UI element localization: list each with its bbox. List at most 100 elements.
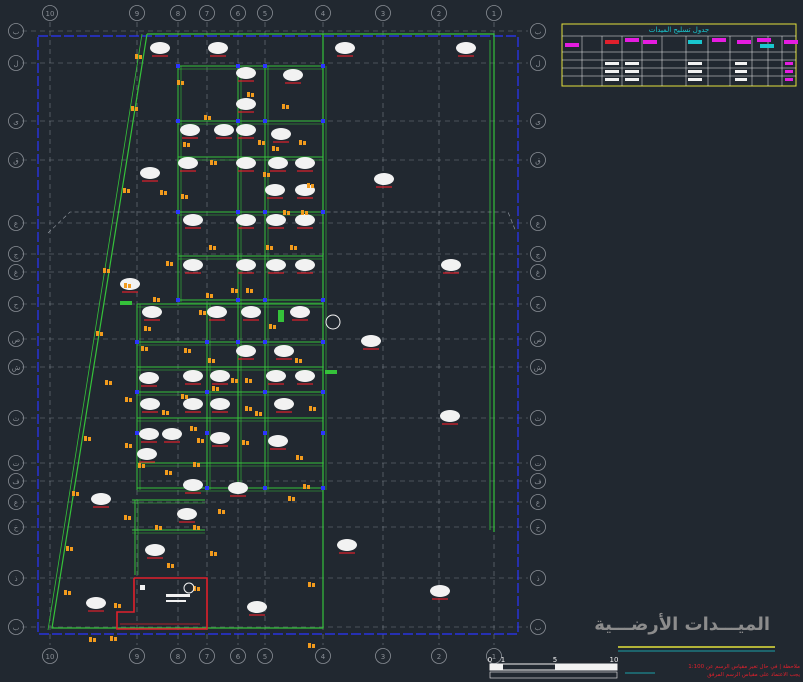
footing-tag-1 — [150, 42, 170, 54]
column-10 — [236, 210, 240, 214]
beam-mark-19 — [209, 245, 212, 250]
footing-tag-13 — [236, 157, 256, 169]
footing-tag-10 — [236, 124, 256, 136]
beam-mark-7 — [183, 142, 186, 147]
beam-mark-b-1 — [135, 107, 138, 111]
axis-bottom-2-label: 9 — [135, 653, 139, 661]
column-3 — [263, 64, 267, 68]
table-header-chip-6 — [712, 38, 726, 42]
beam-mark-b-21 — [294, 246, 297, 250]
axis-top-8-label: 3 — [381, 10, 385, 18]
footing-tag-21 — [236, 214, 256, 226]
footing-tag-31 — [207, 306, 227, 318]
column-4 — [321, 64, 325, 68]
beam-mark-23 — [166, 261, 169, 266]
beam-mark-47 — [255, 411, 258, 416]
axis-top-9-label: 2 — [437, 10, 441, 18]
beam-mark-69 — [110, 636, 113, 641]
beam-mark-b-67 — [118, 604, 121, 608]
table-cell-c-3 — [688, 78, 702, 81]
beam-mark-b-66 — [68, 591, 71, 595]
beam-mark-55 — [193, 462, 196, 467]
footing-tag-14 — [268, 157, 288, 169]
footing-tag-50 — [268, 435, 288, 447]
axis-top-5-label: 6 — [236, 10, 241, 18]
table-header-chip-4 — [643, 40, 657, 44]
scale-tick-5: 5 — [553, 656, 557, 664]
drawing-canvas: 1010998877665544332211ب بل لى ىق قع عج جغ غح حص ص… — [8, 5, 800, 679]
axis-top-3-label: 8 — [176, 10, 180, 18]
beam-mark-b-8 — [262, 141, 265, 145]
column-16 — [321, 298, 325, 302]
axis-top-10-label: 1 — [492, 10, 496, 18]
axis-bottom-9-label: 2 — [437, 653, 441, 661]
drawing-title-block: الميـــدات الأرضـــية — [594, 613, 775, 652]
footing-tag-57 — [337, 539, 357, 551]
footing-tag-4 — [456, 42, 476, 54]
axis-top-7-label: 4 — [321, 10, 326, 18]
axis-left-11-label: ث — [13, 415, 20, 423]
axis-left-5-label: ع — [14, 220, 19, 228]
beam-mark-b-68 — [197, 587, 200, 591]
beam-mark-32 — [269, 324, 272, 329]
beam-mark-5 — [282, 104, 285, 109]
footing-tag-52 — [183, 479, 203, 491]
beam-mark-49 — [125, 443, 128, 448]
table-header-chip-9 — [760, 44, 774, 48]
footing-tag-59 — [86, 597, 106, 609]
beam-mark-13 — [307, 183, 310, 188]
drawing-title: الميـــدات الأرضـــية — [594, 613, 770, 635]
column-26 — [135, 431, 139, 435]
beam-marks — [64, 54, 341, 648]
beam-mark-6 — [204, 115, 207, 120]
table-header-chip-10 — [784, 40, 798, 44]
footing-tag-39 — [274, 345, 294, 357]
column-28 — [263, 431, 267, 435]
beam-mark-b-6 — [208, 116, 211, 120]
footing-tag-34 — [361, 335, 381, 347]
axis-right-1-label: ب — [535, 28, 542, 36]
table-header-chip-8 — [757, 38, 771, 42]
table-cell-c-1 — [688, 62, 702, 65]
beam-mark-11 — [210, 160, 213, 165]
axis-left-15-label: خ — [14, 524, 19, 532]
table-header-chip-2 — [605, 40, 619, 44]
scale-note-line-1: ملاحظة | في حال تغير مقياس الرسم عن 1:10… — [688, 664, 800, 670]
beam-mark-b-58 — [292, 497, 295, 501]
site-boundary — [37, 35, 519, 635]
column-29 — [321, 431, 325, 435]
schedule-table: جدول تسليح الميدات — [561, 23, 798, 87]
axis-top-6-label: 5 — [263, 10, 267, 18]
beam-mark-26 — [231, 288, 234, 293]
axis-bottom-8-label: 3 — [381, 653, 385, 661]
axis-right-15-label: خ — [536, 524, 541, 532]
table-cell-e-2 — [785, 70, 793, 73]
footing-tag-43 — [183, 398, 203, 410]
beam-mark-b-50 — [201, 439, 204, 443]
axis-bottom-5-label: 6 — [236, 653, 241, 661]
axis-bottom-7-label: 4 — [321, 653, 326, 661]
beam-mark-59 — [124, 515, 127, 520]
beam-mark-b-28 — [250, 289, 253, 293]
beam-mark-b-35 — [188, 349, 191, 353]
footing-tag-11 — [271, 128, 291, 140]
column-12 — [321, 210, 325, 214]
beam-mark-b-60 — [159, 526, 162, 530]
footing-tag-55 — [177, 508, 197, 520]
beam-mark-30 — [96, 331, 99, 336]
beam-mark-64 — [210, 551, 213, 556]
axis-left-10-label: ش — [12, 364, 21, 372]
table-cell-b-3 — [625, 78, 639, 81]
beam-mark-b-40 — [129, 398, 132, 402]
footing-tag-30 — [142, 306, 162, 318]
axis-left-8-label: ح — [14, 301, 19, 309]
beam-mark-58 — [288, 496, 291, 501]
footing-tag-41 — [295, 370, 315, 382]
beam-mark-b-31 — [145, 347, 148, 351]
beam-mark-35 — [184, 348, 187, 353]
axis-top-1-label: 10 — [46, 10, 55, 18]
footing-tag-2 — [208, 42, 228, 54]
axis-right-11-label: ث — [535, 415, 542, 423]
beam-mark-b-39 — [109, 381, 112, 385]
beam-mark-b-72 — [312, 644, 315, 648]
